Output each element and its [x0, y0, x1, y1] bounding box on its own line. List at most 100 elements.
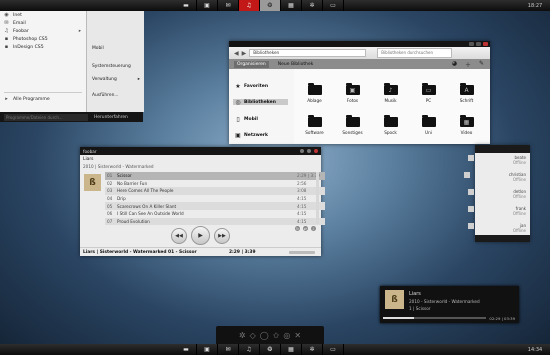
contact-item[interactable]: frank Offline [467, 206, 526, 216]
folder-fotos[interactable]: ▣ Fotos [340, 83, 365, 103]
contacts-header [475, 145, 530, 153]
pin-icon[interactable]: ▸ [79, 29, 81, 34]
minimize-button[interactable] [300, 149, 304, 153]
folder-pc[interactable]: ▭ PC [416, 83, 441, 103]
folder-software[interactable]: Software [302, 115, 327, 135]
chat-icon[interactable]: ❂ [260, 0, 281, 11]
playlist-scrollbar[interactable] [316, 172, 319, 224]
explorer-search-input[interactable] [377, 48, 453, 58]
folder-musik[interactable]: ♪ Musik [378, 83, 403, 103]
mail-icon[interactable]: ✉ [218, 344, 239, 355]
image-icon[interactable]: ▣ [197, 0, 218, 11]
close-button[interactable] [314, 149, 318, 153]
phone-icon: ▯ [236, 115, 240, 123]
film-icon[interactable]: ▦ [281, 0, 302, 11]
nav-item-mobil[interactable]: ▯ Mobil [235, 115, 258, 123]
repeat-icon[interactable]: ↻ [295, 226, 300, 231]
table-row[interactable]: 06 I Still Can See An Outside World 4:15 [105, 210, 325, 218]
start-place-verwaltung[interactable]: Verwaltung ▸ [92, 77, 140, 82]
start-item-indesign[interactable]: ▪ InDesign CS5 [0, 43, 86, 51]
status-time: 2:29 | 3:39 [229, 249, 256, 255]
contact-item[interactable]: christian Offline [463, 172, 526, 182]
table-row[interactable]: 04 Drip 4:15 [105, 195, 325, 203]
headphones-icon: ♫ [4, 28, 9, 34]
status-text: Offline [512, 228, 526, 233]
minimize-button[interactable] [469, 42, 474, 46]
tools-icon[interactable]: ✎ [479, 60, 484, 69]
mail-icon[interactable]: ✉ [218, 0, 239, 11]
contacts-panel: beate Offline christian Offline detlon Offl… [463, 145, 530, 242]
tag-icon[interactable]: ◇ [250, 331, 256, 340]
start-item-inet[interactable]: ◉ Inet [0, 11, 86, 19]
nav-item-netzwerk[interactable]: ▣ Netzwerk [235, 132, 268, 139]
previous-button[interactable]: ◀◀ [171, 227, 187, 244]
gear-icon[interactable]: ✲ [302, 344, 323, 355]
contact-item[interactable]: jan Offline [467, 223, 526, 233]
chat-icon[interactable]: ❂ [260, 344, 281, 355]
headphones-icon[interactable]: ♫ [239, 0, 260, 11]
circle-icon[interactable]: ◯ [260, 331, 269, 340]
now-playing-notification[interactable]: ß Liars 2010 - Sisterworld - Watermarked… [380, 286, 519, 323]
start-place-systemsteuerung[interactable]: Systemsteuerung [92, 64, 140, 69]
start-item-email[interactable]: ✉ Email [0, 19, 86, 27]
gear-icon[interactable]: ✲ [302, 0, 323, 11]
table-row[interactable]: 01 Scissor 2:29 | 3:39 [105, 172, 325, 180]
folder-icon [421, 115, 436, 127]
headphones-icon[interactable]: ♫ [239, 344, 260, 355]
taskbar-buttons: ▬ ▣ ✉ ♫ ❂ ▦ ✲ ▭ [176, 344, 344, 355]
forward-icon[interactable]: ▶ [242, 50, 247, 57]
start-place-mobil[interactable]: Mobil [92, 46, 140, 51]
start-menu-footer: Herunterfahren [0, 112, 143, 122]
folder-sonstiges[interactable]: Sonstiges [340, 115, 365, 135]
start-place-ausfuehren[interactable]: Ausführen... [92, 93, 140, 98]
notification-time: 02:29 | 03:39 [489, 316, 515, 321]
view-options-icon[interactable]: ◕ [452, 60, 457, 69]
shutdown-button[interactable]: Herunterfahren [94, 115, 128, 120]
folder-icon [383, 115, 398, 127]
add-icon[interactable]: ＋ [465, 60, 471, 69]
folder-icon[interactable]: ▬ [176, 344, 197, 355]
maximize-button[interactable] [476, 42, 481, 46]
volume-icon[interactable]: ♪ [311, 226, 316, 231]
all-programs-button[interactable]: ▸ Alle Programme [0, 95, 86, 103]
start-item-foobar[interactable]: ♫ Foobar ▸ [0, 27, 86, 35]
start-search-input[interactable] [4, 113, 88, 121]
contact-item[interactable]: detlon Offline [467, 189, 526, 199]
film-icon[interactable]: ▦ [281, 344, 302, 355]
folder-ablage[interactable]: Ablage [302, 83, 327, 103]
table-row[interactable]: 03 Here Comes All The People 3:08 [105, 187, 325, 195]
nav-item-favoriten[interactable]: ★ Favoriten [235, 83, 268, 90]
cog-icon[interactable]: ✲ [239, 331, 246, 340]
divider [4, 92, 82, 93]
maximize-button[interactable] [307, 149, 311, 153]
start-menu: ◉ Inet ✉ Email ♫ Foobar ▸ ▪ Photoshop CS5 ▪ In… [0, 11, 144, 122]
contact-item[interactable]: beate Offline [467, 155, 526, 165]
folder-uni[interactable]: Uni [416, 115, 441, 135]
notification-album: 2010 - Sisterworld - Watermarked [409, 299, 480, 304]
folder-schrift[interactable]: A Schrift [454, 83, 479, 103]
image-icon[interactable]: ▣ [197, 344, 218, 355]
close-button[interactable] [483, 42, 488, 46]
organize-button[interactable]: Organisieren [234, 60, 269, 68]
folder-video[interactable]: ▦ Video [454, 115, 479, 135]
play-button[interactable]: ▶ [191, 226, 210, 245]
new-library-button[interactable]: Neue Bibliothek [278, 62, 314, 67]
shuffle-icon[interactable]: ⇄ [303, 226, 308, 231]
display-icon[interactable]: ▭ [323, 344, 344, 355]
back-icon[interactable]: ◀ [234, 50, 239, 57]
breadcrumb[interactable]: Bibliotheken [249, 49, 367, 57]
start-item-photoshop[interactable]: ▪ Photoshop CS5 [0, 35, 86, 43]
table-row[interactable]: 07 Proud Evolution 4:15 [105, 217, 325, 226]
table-row[interactable]: 05 Scarecrows On A Killer Slant 4:15 [105, 202, 325, 210]
star-icon[interactable]: ✩ [273, 331, 280, 340]
nav-item-bibliotheken[interactable]: ◎ Bibliotheken [233, 99, 288, 106]
folder-icon[interactable]: ▬ [176, 0, 197, 11]
table-row[interactable]: 02 No Barrier Fun 2:56 [105, 180, 325, 188]
globe-icon: ◉ [4, 12, 9, 18]
display-icon[interactable]: ▭ [323, 0, 344, 11]
seek-bar[interactable] [289, 250, 315, 254]
folder-spock[interactable]: Spock [378, 115, 403, 135]
next-button[interactable]: ▶▶ [214, 227, 230, 244]
x-icon[interactable]: ✕ [294, 331, 301, 340]
target-icon[interactable]: ◎ [283, 331, 290, 340]
